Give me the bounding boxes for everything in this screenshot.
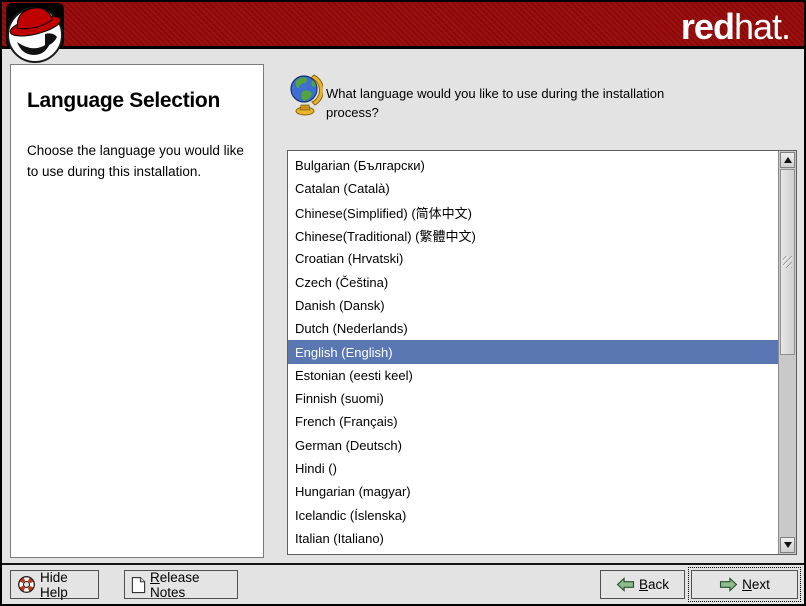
back-arrow-icon — [616, 577, 635, 592]
language-row[interactable]: Czech (Čeština) — [288, 270, 778, 293]
language-row[interactable]: Danish (Dansk) — [288, 294, 778, 317]
language-row[interactable]: Croatian (Hrvatski) — [288, 247, 778, 270]
release-notes-button[interactable]: Release Notes — [124, 570, 238, 599]
next-button[interactable]: Next — [691, 570, 798, 599]
scroll-up-button[interactable] — [780, 152, 795, 168]
language-row[interactable]: English (English) — [288, 340, 778, 363]
hide-help-button[interactable]: Hide Help — [10, 570, 99, 599]
language-row[interactable]: French (Français) — [288, 410, 778, 433]
button-label: Next — [742, 577, 770, 592]
help-panel: Language Selection Choose the language y… — [10, 64, 264, 558]
language-row[interactable]: Icelandic (Íslenska) — [288, 503, 778, 526]
scrollbar-thumb[interactable] — [780, 169, 795, 355]
language-list-rows[interactable]: Bulgarian (Български)Catalan (Català)Chi… — [288, 151, 778, 554]
back-button[interactable]: Back — [600, 570, 685, 599]
globe-icon — [289, 72, 323, 116]
scroll-down-button[interactable] — [780, 537, 795, 553]
language-list: Bulgarian (Български)Catalan (Català)Chi… — [287, 150, 797, 555]
language-row[interactable]: Catalan (Català) — [288, 177, 778, 200]
language-row[interactable]: Estonian (eesti keel) — [288, 364, 778, 387]
arrow-down-icon — [784, 542, 792, 548]
language-row[interactable]: Hindi () — [288, 457, 778, 480]
language-row[interactable]: Dutch (Nederlands) — [288, 317, 778, 340]
document-icon — [131, 576, 146, 594]
redhat-wordmark: redhat. — [681, 8, 790, 46]
question-text: What language would you like to use duri… — [326, 85, 698, 123]
brand-bold: red — [681, 6, 734, 47]
language-row[interactable]: German (Deutsch) — [288, 434, 778, 457]
scrollbar-grip-icon — [783, 256, 792, 268]
help-text: Choose the language you would like to us… — [27, 141, 247, 183]
redhat-shadowman-icon — [5, 2, 67, 64]
arrow-up-icon — [784, 157, 792, 163]
button-label: Release Notes — [150, 570, 231, 600]
language-row[interactable]: Chinese(Traditional) (繁體中文) — [288, 224, 778, 247]
next-button-focus-ring: Next — [688, 567, 801, 602]
language-row[interactable]: Italian (Italiano) — [288, 527, 778, 550]
life-preserver-icon — [17, 575, 36, 594]
next-arrow-icon — [719, 577, 738, 592]
language-row[interactable]: Bulgarian (Български) — [288, 154, 778, 177]
installer-window: redhat. Language Selection Choose the la… — [0, 0, 806, 606]
footer-separator — [2, 563, 804, 565]
language-row[interactable]: Chinese(Simplified) (简体中文) — [288, 201, 778, 224]
banner: redhat. — [2, 2, 804, 49]
button-label: Hide Help — [40, 570, 92, 600]
button-label: Back — [639, 577, 669, 592]
language-row[interactable]: Hungarian (magyar) — [288, 480, 778, 503]
page-title: Language Selection — [27, 89, 247, 113]
language-row[interactable]: Finnish (suomi) — [288, 387, 778, 410]
brand-rest: hat. — [734, 6, 790, 47]
scrollbar[interactable] — [778, 151, 796, 554]
